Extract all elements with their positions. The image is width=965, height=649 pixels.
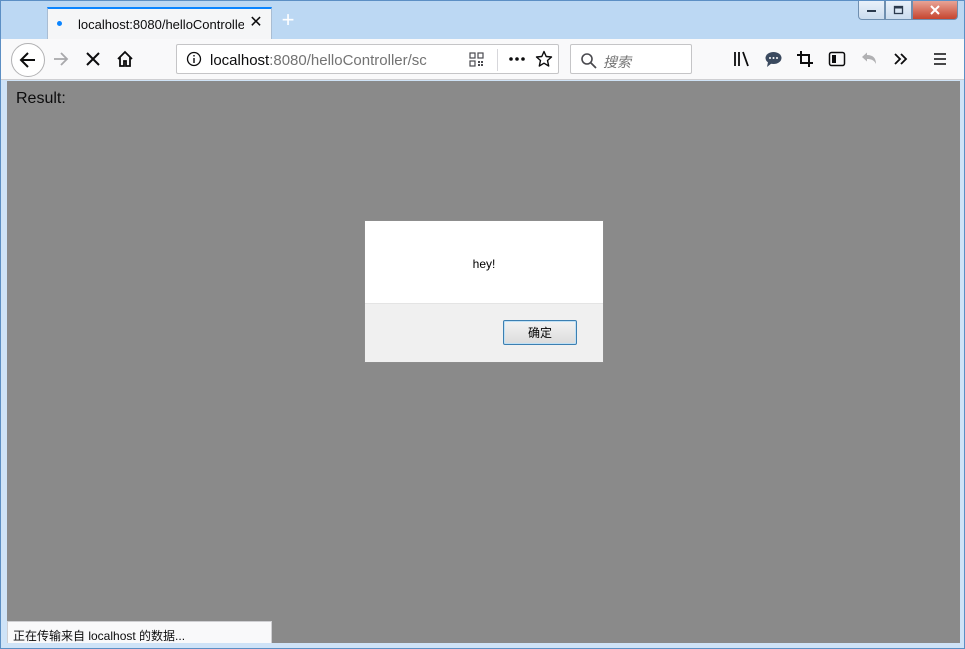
maximize-button[interactable] <box>885 1 912 20</box>
close-window-button[interactable] <box>912 1 958 20</box>
new-tab-icon[interactable]: + <box>278 9 298 31</box>
stop-button[interactable] <box>83 49 103 69</box>
ok-button[interactable]: 确定 <box>503 320 577 345</box>
qr-code-icon[interactable] <box>468 51 484 67</box>
home-icon <box>117 50 133 67</box>
chat-button[interactable] <box>763 49 783 69</box>
url-host: localhost <box>210 52 270 69</box>
double-chevron-icon <box>894 53 908 65</box>
forward-arrow-icon <box>54 52 69 66</box>
restore-icon <box>893 5 904 15</box>
forward-button[interactable] <box>51 49 71 69</box>
nav-toolbar: localhost:8080/helloController/sc 搜索 <box>1 39 964 80</box>
dialog-body: hey! <box>365 221 603 304</box>
crop-icon <box>797 51 813 67</box>
window-controls <box>858 1 958 21</box>
site-info-icon[interactable] <box>186 51 202 67</box>
url-bar-separator <box>497 49 498 71</box>
undo-button[interactable] <box>859 49 879 69</box>
url-text[interactable]: localhost:8080/helloController/sc <box>210 52 428 69</box>
hamburger-icon <box>934 53 946 65</box>
tab-active[interactable]: localhost:8080/helloController/sayHello … <box>47 7 272 40</box>
tab-close-icon[interactable]: ✕ <box>248 14 264 32</box>
url-path: :8080/helloController/sc <box>269 52 427 69</box>
title-bar: localhost:8080/helloController/sayHello … <box>1 1 964 40</box>
alert-dialog: hey! 确定 <box>364 220 604 363</box>
loading-dot-icon <box>57 21 62 26</box>
close-icon <box>930 5 940 15</box>
sidebar-icon <box>828 51 846 67</box>
search-bar[interactable]: 搜索 <box>570 44 692 74</box>
hamburger-menu-button[interactable] <box>930 49 950 69</box>
minimize-button[interactable] <box>858 1 885 20</box>
result-label: Result: <box>16 90 66 107</box>
undo-arrow-icon <box>862 52 876 64</box>
back-arrow-icon <box>19 52 35 68</box>
library-button[interactable] <box>732 49 752 69</box>
search-icon <box>579 51 597 69</box>
back-button[interactable] <box>11 43 45 77</box>
search-placeholder: 搜索 <box>603 54 631 70</box>
page-content: Result: hey! 确定 <box>7 81 960 643</box>
sidebar-button[interactable] <box>827 49 847 69</box>
minimize-icon <box>867 10 876 12</box>
library-icon <box>734 51 749 67</box>
dialog-message: hey! <box>472 257 496 271</box>
stop-icon <box>86 52 100 66</box>
overflow-menu-button[interactable] <box>891 49 911 69</box>
home-button[interactable] <box>115 49 135 69</box>
bookmark-star-icon[interactable] <box>535 50 553 68</box>
browser-window: localhost:8080/helloController/sayHello … <box>0 0 965 649</box>
page-actions-icon[interactable] <box>507 51 527 67</box>
url-bar[interactable]: localhost:8080/helloController/sc <box>176 44 559 74</box>
status-bar: 正在传输来自 localhost 的数据... <box>7 621 272 643</box>
screenshot-button[interactable] <box>795 49 815 69</box>
chat-bubble-icon <box>765 52 781 67</box>
tab-title: localhost:8080/helloController/sayHello <box>78 17 244 32</box>
